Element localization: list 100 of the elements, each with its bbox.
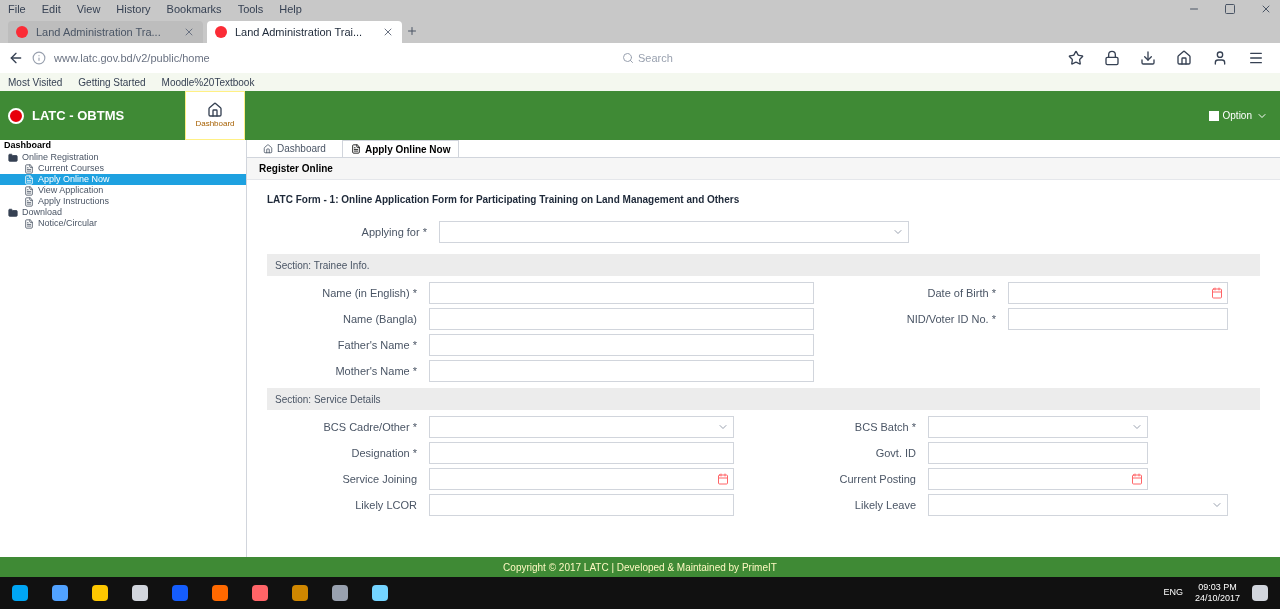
folder-icon [8,207,18,218]
field-label: Father's Name * [336,337,417,353]
input-field[interactable] [1008,282,1228,304]
menu-item[interactable]: File [8,0,26,18]
logo-icon [8,107,24,124]
download-icon[interactable] [1140,50,1156,66]
clock[interactable]: 09:03 PM 24/10/2017 [1194,581,1240,605]
select-field[interactable] [928,494,1228,516]
browser-tab[interactable]: Land Administration Tra... [8,21,203,43]
taskbar-app-icon[interactable] [132,585,148,601]
input-field[interactable] [928,468,1148,490]
search-icon [622,52,634,64]
taskbar-app-icon[interactable] [252,585,268,601]
calendar-icon [717,473,729,485]
calendar-icon [1211,287,1223,299]
maximize-icon[interactable] [1224,3,1236,15]
document-icon [24,218,34,229]
back-icon[interactable] [8,50,24,66]
dashboard-button[interactable]: Dashboard [185,91,245,140]
section-header: Section: Trainee Info. [267,254,1260,276]
document-icon [350,144,361,154]
tree-node[interactable]: Online Registration [0,152,246,163]
options-button[interactable]: Option [1208,108,1268,123]
content-tab[interactable]: Dashboard [255,140,334,157]
brand-title: LATC - OBTMS [32,106,125,125]
menu-item[interactable]: Edit [41,0,61,18]
bookmark-link[interactable]: Most Visited [8,74,63,90]
language-indicator[interactable]: ENG [1163,586,1183,600]
tree-item[interactable]: Current Courses [0,163,246,174]
folder-icon [8,152,18,163]
taskbar-app-icon[interactable] [12,585,28,601]
field-label: Likely LCOR [354,497,417,513]
new-tab-icon[interactable] [406,25,418,37]
tree-item[interactable]: View Application [0,185,246,196]
site-icon [16,26,28,38]
document-icon [24,196,34,207]
input-field[interactable] [429,494,734,516]
tree-item[interactable]: Apply Instructions [0,196,246,207]
field-label: Designation * [350,445,417,461]
taskbar-app-icon[interactable] [292,585,308,601]
input-field[interactable] [429,468,734,490]
content-tab[interactable]: Apply Online Now [341,140,460,157]
close-icon[interactable] [382,26,394,38]
document-icon [24,163,34,174]
tree-item[interactable]: Notice/Circular [0,218,246,229]
select-field[interactable] [928,416,1148,438]
panel-title: Register Online [259,162,333,176]
home-icon [263,143,273,154]
taskbar-app-icon[interactable] [332,585,348,601]
input-field[interactable] [429,282,814,304]
document-icon [24,174,34,185]
taskbar-app-icon[interactable] [372,585,388,601]
field-label: Name (in English) * [321,285,417,301]
field-label: BCS Batch * [853,419,916,435]
bookmark-link[interactable]: Getting Started [78,74,146,90]
menu-item[interactable]: History [116,0,151,18]
browser-tab[interactable]: Land Administration Trai... [207,21,402,43]
input-field[interactable] [429,308,814,330]
bookmark-link[interactable]: Moodle%20Textbook [161,74,255,90]
menu-item[interactable]: Tools [237,0,264,18]
home-icon[interactable] [1176,50,1192,66]
section-header: Section: Service Details [267,388,1260,410]
taskbar-app-icon[interactable] [52,585,68,601]
field-label: Name (Bangla) [342,311,417,327]
info-icon [32,51,46,65]
user-icon[interactable] [1212,50,1228,66]
input-field[interactable] [429,334,814,356]
input-field[interactable] [429,360,814,382]
field-label: Mother's Name * [334,363,417,379]
menu-icon[interactable] [1248,50,1264,66]
calendar-icon [1131,473,1143,485]
menu-item[interactable]: Help [279,0,302,18]
field-label: Service Joining [341,471,417,487]
select-field[interactable] [439,221,909,243]
lock-icon[interactable] [1104,50,1120,66]
tree-node[interactable]: Download [0,207,246,218]
field-label: Govt. ID [874,445,916,461]
input-field[interactable] [429,442,734,464]
input-field[interactable] [1008,308,1228,330]
taskbar-app-icon[interactable] [172,585,188,601]
star-icon[interactable] [1068,50,1084,66]
field-label: Current Posting [838,471,916,487]
close-icon[interactable] [1260,3,1272,15]
field-label: Applying for * [360,224,427,240]
input-field[interactable] [928,442,1148,464]
sidebar-title: Dashboard [4,139,51,153]
close-icon[interactable] [183,26,195,38]
field-label: Likely Leave [853,497,916,513]
menu-item[interactable]: Bookmarks [166,0,222,18]
select-field[interactable] [429,416,734,438]
site-icon [215,26,227,38]
taskbar-app-icon[interactable] [92,585,108,601]
document-icon [24,185,34,196]
option-icon [1208,110,1219,121]
field-label: Date of Birth * [926,285,996,301]
menu-item[interactable]: View [76,0,101,18]
address-bar[interactable]: www.latc.gov.bd/v2/public/home [54,49,614,67]
taskbar-app-icon[interactable] [212,585,228,601]
home-icon [207,101,223,118]
notification-icon[interactable] [1252,585,1268,601]
